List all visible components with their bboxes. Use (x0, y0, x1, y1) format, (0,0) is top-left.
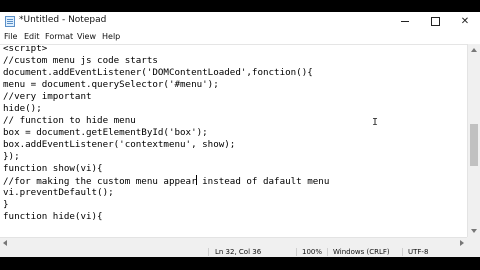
menu-view[interactable]: View (77, 32, 96, 41)
scrollbar-corner (467, 237, 480, 247)
status-divider (402, 248, 403, 256)
menu-help[interactable]: Help (102, 32, 120, 41)
scroll-right-arrow-icon[interactable] (460, 240, 464, 246)
code-line: hide(); (3, 103, 42, 114)
vertical-scroll-thumb[interactable] (470, 124, 478, 166)
close-button[interactable]: ✕ (450, 12, 480, 31)
code-line: }); (3, 151, 20, 162)
text-editor[interactable]: <script> //custom menu js code starts do… (0, 44, 467, 238)
status-divider (296, 248, 297, 256)
code-line: function hide(vi){ (3, 211, 103, 222)
scroll-up-arrow-icon[interactable] (471, 48, 477, 52)
minimize-icon (401, 21, 409, 22)
status-line-endings: Windows (CRLF) (333, 248, 390, 256)
status-zoom: 100% (302, 248, 323, 256)
code-line: vi.preventDefault(); (3, 187, 114, 198)
code-line: menu = document.querySelector('#menu'); (3, 79, 219, 90)
menu-file[interactable]: File (4, 32, 17, 41)
horizontal-scrollbar[interactable] (0, 237, 467, 247)
status-encoding: UTF-8 (408, 248, 429, 256)
status-position: Ln 32, Col 36 (215, 248, 262, 256)
scroll-left-arrow-icon[interactable] (3, 240, 7, 246)
notepad-icon (5, 16, 15, 27)
code-line: function show(vi){ (3, 163, 103, 174)
status-divider (208, 248, 209, 256)
menu-format[interactable]: Format (45, 32, 73, 41)
code-line: <script> (3, 44, 48, 54)
maximize-button[interactable] (420, 12, 450, 31)
code-line: // function to hide menu (3, 115, 136, 126)
minimize-button[interactable] (390, 12, 420, 31)
scroll-down-arrow-icon[interactable] (471, 229, 477, 233)
code-line: box = document.getElementById('box'); (3, 127, 208, 138)
notepad-window: *Untitled - Notepad ✕ File Edit Format V… (0, 12, 480, 257)
status-bar: Ln 32, Col 36 100% Windows (CRLF) UTF-8 (0, 247, 480, 257)
code-line: //custom menu js code starts (3, 55, 158, 66)
code-line-after-caret: instead of dafault menu (196, 176, 330, 187)
status-divider (327, 248, 328, 256)
close-icon: ✕ (460, 16, 470, 27)
title-bar[interactable]: *Untitled - Notepad ✕ (0, 12, 480, 31)
window-title: *Untitled - Notepad (19, 15, 107, 25)
mouse-ibeam-cursor-icon: I (372, 117, 379, 128)
code-line: box.addEventListener('contextmenu', show… (3, 139, 236, 150)
menu-edit[interactable]: Edit (24, 32, 40, 41)
code-line: } (3, 199, 9, 210)
code-line: document.addEventListener('DOMContentLoa… (3, 67, 313, 78)
vertical-scrollbar[interactable] (467, 44, 480, 237)
menu-bar: File Edit Format View Help (0, 31, 480, 44)
maximize-icon (430, 17, 440, 26)
code-line: //very important (3, 91, 92, 102)
code-line-before-caret: //for making the custom menu appear (3, 176, 197, 187)
